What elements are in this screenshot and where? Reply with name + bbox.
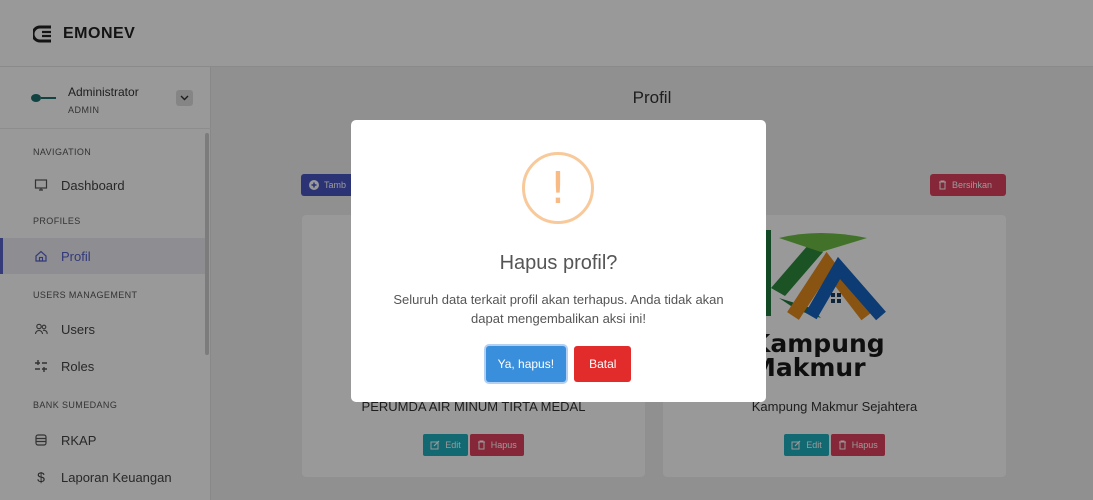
cancel-button[interactable]: Batal	[574, 346, 632, 382]
dialog-actions: Ya, hapus! Batal	[351, 346, 766, 382]
warning-icon: !	[522, 152, 594, 224]
dialog-title: Hapus profil?	[499, 252, 618, 274]
confirm-delete-button[interactable]: Ya, hapus!	[485, 346, 567, 382]
confirm-dialog: ! Hapus profil? Seluruh data terkait pro…	[351, 120, 766, 402]
dialog-message: Seluruh data terkait profil akan terhapu…	[393, 292, 724, 326]
